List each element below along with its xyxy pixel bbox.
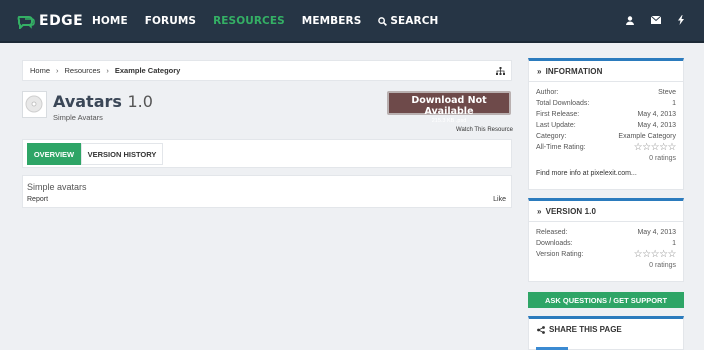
search-label: SEARCH [390,15,439,27]
chevron-right-icon: » [537,66,542,76]
breadcrumb-home[interactable]: Home [30,66,50,75]
info-row: Last Update: May 4, 2013 [536,120,676,131]
ratings-count: 0 ratings [649,155,676,162]
nav-home[interactable]: HOME [92,15,128,27]
info-row: First Release: May 4, 2013 [536,109,676,120]
nav-resources[interactable]: RESOURCES [213,15,285,27]
info-row: Total Downloads: 1 [536,98,676,109]
version-label: Released: [536,229,568,236]
version-value: 1 [672,240,676,247]
info-row: Category: Example Category [536,131,676,142]
download-label: Download Not Available [411,95,487,117]
bolt-icon[interactable] [678,15,684,27]
info-value: May 4, 2013 [637,122,676,129]
chevron-right-icon: › [56,66,59,75]
resource-icon [22,91,47,118]
share-header: SHARE THIS PAGE [529,319,683,340]
info-label: First Release: [536,111,580,118]
version-row: Downloads: 1 [536,238,676,249]
rating-label: All-Time Rating: [536,144,586,151]
share-panel: SHARE THIS PAGE [528,316,684,350]
version-header: » VERSION 1.0 [529,201,683,222]
info-value[interactable]: Example Category [618,131,676,142]
get-support-button[interactable]: ASK QUESTIONS / GET SUPPORT [528,292,684,308]
version-label: Downloads: [536,240,573,247]
version-value: May 4, 2013 [637,229,676,236]
info-label: Last Update: [536,122,576,129]
like-link[interactable]: Like [493,196,506,203]
information-header: » INFORMATION [529,61,683,82]
breadcrumb-category[interactable]: Example Category [115,66,180,75]
star-rating[interactable]: ☆☆☆☆☆ [634,142,677,153]
resource-version: 1.0 [127,92,153,111]
share-title: SHARE THIS PAGE [549,325,622,334]
chevron-right-icon: › [106,66,109,75]
information-panel: » INFORMATION Author: Steve Total Downloa… [528,58,684,190]
envelope-icon[interactable] [650,15,662,26]
all-time-rating-row: All-Time Rating: ☆☆☆☆☆ [536,142,677,153]
breadcrumb-resources[interactable]: Resources [65,66,101,75]
star-rating[interactable]: ☆☆☆☆☆ [634,249,677,260]
site-logo[interactable]: EDGE [17,13,83,29]
share-icon [537,325,545,334]
page-title: Avatars 1.0 [53,92,153,111]
version-rating-row: Version Rating: ☆☆☆☆☆ [536,249,677,260]
nav-members[interactable]: MEMBERS [302,15,362,27]
report-link[interactable]: Report [27,196,48,203]
tab-version-history[interactable]: VERSION HISTORY [81,143,163,165]
main-nav: HOME FORUMS RESOURCES MEMBERS SEARCH [92,15,455,27]
nav-forums[interactable]: FORUMS [145,15,196,27]
info-value: 1 [672,100,676,107]
info-row: Author: Steve [536,87,676,98]
user-icons [626,15,684,27]
resource-tagline: Simple Avatars [53,113,103,122]
breadcrumb: Home › Resources › Example Category [22,60,512,81]
info-value[interactable]: Steve [658,87,676,98]
version-title: VERSION 1.0 [545,206,597,216]
info-label: Author: [536,89,559,96]
sitemap-icon[interactable] [496,67,505,75]
resource-tabs: OVERVIEW VERSION HISTORY [22,139,512,168]
watch-resource-link[interactable]: Watch This Resource [456,127,513,133]
download-button[interactable]: Download Not Available 215.3 KB .psd [387,91,511,124]
rating-label: Version Rating: [536,251,584,258]
info-label: Total Downloads: [536,100,590,107]
ratings-count: 0 ratings [649,262,676,269]
more-info-link[interactable]: Find more info at pixelexit.com... [536,165,676,181]
chevron-right-icon: » [537,206,542,216]
version-panel: » VERSION 1.0 Released: May 4, 2013 Downl… [528,198,684,282]
tab-overview[interactable]: OVERVIEW [27,143,81,165]
description-text: Simple avatars [27,182,87,192]
top-navbar: EDGE HOME FORUMS RESOURCES MEMBERS SEARC… [0,0,704,43]
disc-icon [25,95,43,113]
description-box: Simple avatars Report Like [22,175,512,208]
user-icon[interactable] [626,15,634,27]
information-title: INFORMATION [545,66,603,76]
resource-title: Avatars [53,92,122,111]
download-meta: 215.3 KB .psd [431,118,467,124]
info-label: Category: [536,133,567,140]
version-row: Released: May 4, 2013 [536,227,676,238]
logo-icon [17,15,35,29]
logo-text: EDGE [39,13,84,29]
nav-search[interactable]: SEARCH [378,15,438,27]
search-icon [378,16,388,26]
info-value: May 4, 2013 [637,111,676,118]
